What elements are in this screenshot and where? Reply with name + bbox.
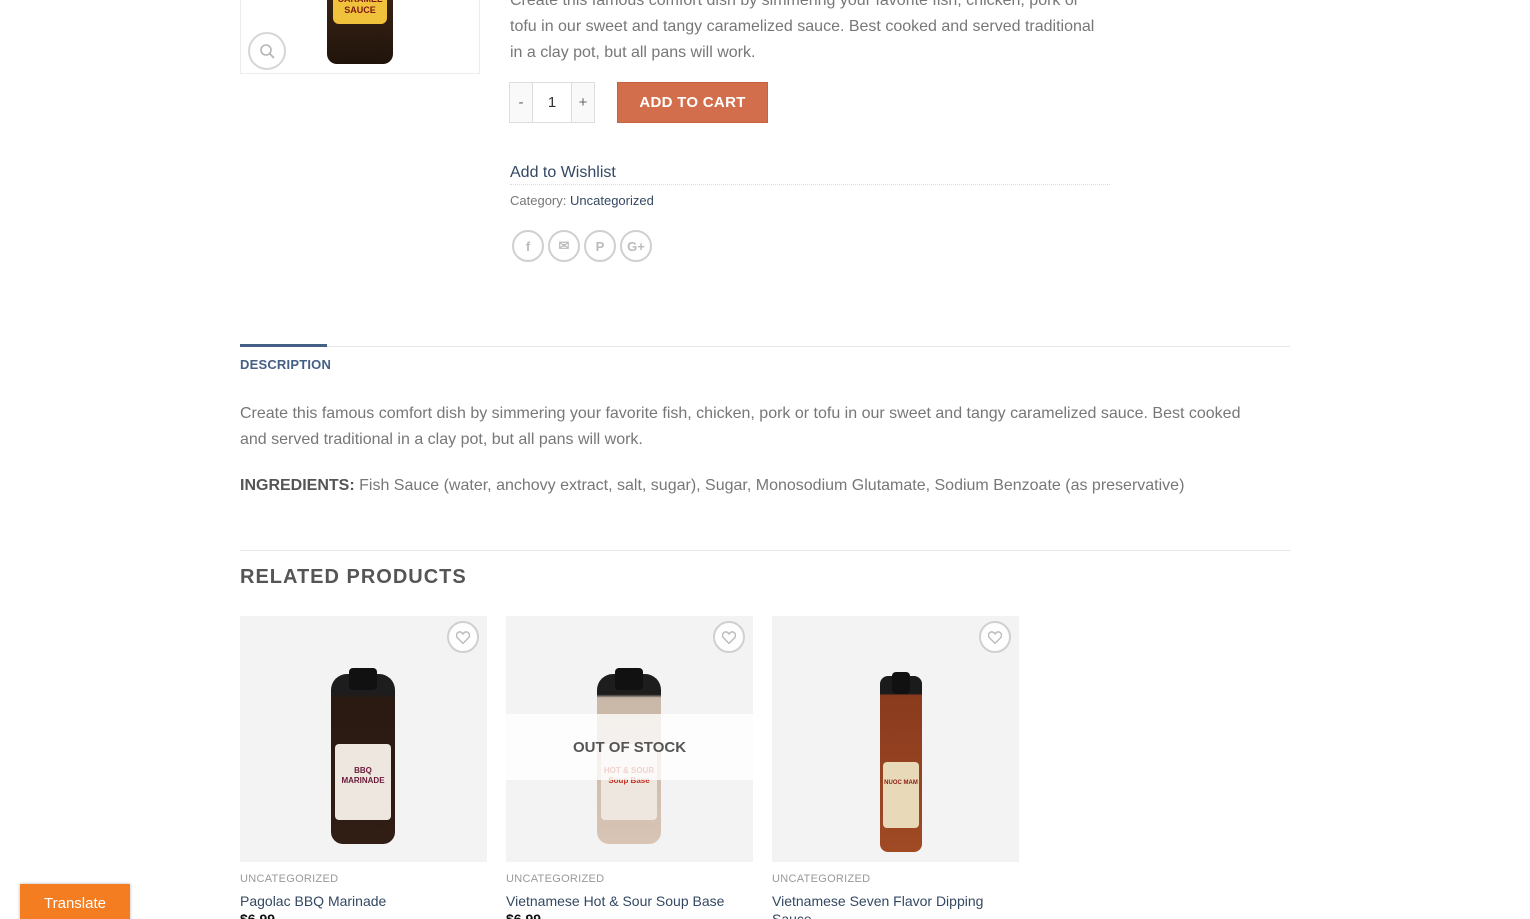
- bbq-marinade-bottle-image: BBQ MARINADE: [331, 668, 395, 844]
- quantity-minus-button[interactable]: -: [509, 82, 533, 123]
- tabs-divider: [240, 346, 1290, 347]
- wishlist-heart-button[interactable]: [979, 621, 1011, 653]
- share-buttons: f ✉ P G+: [512, 230, 652, 262]
- product-card-title[interactable]: Pagolac BBQ Marinade: [240, 892, 487, 910]
- dipping-sauce-bottle-image: NUOC MAM: [880, 672, 922, 852]
- product-card-image[interactable]: HOT & SOUR Soup Base Out of stock: [506, 616, 753, 862]
- quantity-input[interactable]: 1: [533, 82, 571, 123]
- ingredients-list: Fish Sauce (water, anchovy extract, salt…: [354, 477, 1185, 494]
- ingredients-label: INGREDIENTS:: [240, 477, 355, 494]
- add-to-wishlist-link[interactable]: Add to Wishlist: [510, 161, 616, 185]
- pinterest-icon: P: [595, 238, 605, 254]
- bottle-label: BBQ MARINADE: [335, 744, 391, 820]
- product-card-price: $6.99: [506, 911, 542, 919]
- email-icon: ✉: [558, 238, 570, 253]
- bottle-label: NUOC MAM: [883, 762, 919, 828]
- share-pinterest-button[interactable]: P: [584, 230, 616, 262]
- product-card-category: Uncategorized: [506, 873, 605, 885]
- facebook-icon: f: [525, 238, 531, 254]
- related-products-title: Related products: [240, 566, 467, 588]
- product-short-description: Create this famous comfort dish by simme…: [510, 0, 1095, 61]
- product-card[interactable]: NUOC MAM Uncategorized Vietnamese Seven …: [772, 616, 1019, 919]
- tab-active-indicator: [240, 344, 327, 347]
- description-text: Create this famous comfort dish by simme…: [240, 405, 1241, 448]
- product-card-title[interactable]: Vietnamese Seven Flavor Dipping Sauce: [772, 892, 1019, 919]
- ingredients-text: INGREDIENTS: Fish Sauce (water, anchovy …: [240, 473, 1280, 499]
- divider: [510, 184, 1110, 185]
- google-plus-icon: G+: [627, 238, 645, 254]
- zoom-icon: [260, 44, 275, 59]
- product-card[interactable]: HOT & SOUR Soup Base Out of stock Uncate…: [506, 616, 753, 919]
- heart-icon: [988, 630, 1002, 644]
- category-label: Category:: [510, 193, 567, 208]
- quantity-plus-button[interactable]: +: [571, 82, 595, 123]
- share-facebook-button[interactable]: f: [512, 230, 544, 262]
- product-card[interactable]: BBQ MARINADE Uncategorized Pagolac BBQ M…: [240, 616, 487, 919]
- product-card-price: $6.99: [240, 911, 276, 919]
- bottle-label: CARAMEL SAUCE: [333, 0, 387, 24]
- product-card-category: Uncategorized: [772, 873, 871, 885]
- translate-button[interactable]: Translate: [20, 884, 130, 919]
- quantity-stepper: - 1 +: [509, 82, 595, 123]
- category-link[interactable]: Uncategorized: [570, 193, 654, 208]
- add-to-cart-button[interactable]: Add to cart: [617, 82, 768, 123]
- product-card-category: Uncategorized: [240, 873, 339, 885]
- wishlist-heart-button[interactable]: [713, 621, 745, 653]
- share-google-plus-button[interactable]: G+: [620, 230, 652, 262]
- tab-description[interactable]: Description: [240, 357, 331, 372]
- wishlist-heart-button[interactable]: [447, 621, 479, 653]
- zoom-button[interactable]: [248, 32, 286, 70]
- heart-icon: [456, 630, 470, 644]
- product-card-title[interactable]: Vietnamese Hot & Sour Soup Base: [506, 892, 753, 910]
- share-email-button[interactable]: ✉: [548, 230, 580, 262]
- caramel-sauce-bottle-image: CARAMEL SAUCE: [327, 0, 393, 64]
- product-category: Category: Uncategorized: [510, 193, 654, 209]
- heart-icon: [722, 630, 736, 644]
- product-card-image[interactable]: BBQ MARINADE: [240, 616, 487, 862]
- out-of-stock-badge: Out of stock: [506, 714, 753, 780]
- product-card-image[interactable]: NUOC MAM: [772, 616, 1019, 862]
- related-divider: [240, 550, 1290, 551]
